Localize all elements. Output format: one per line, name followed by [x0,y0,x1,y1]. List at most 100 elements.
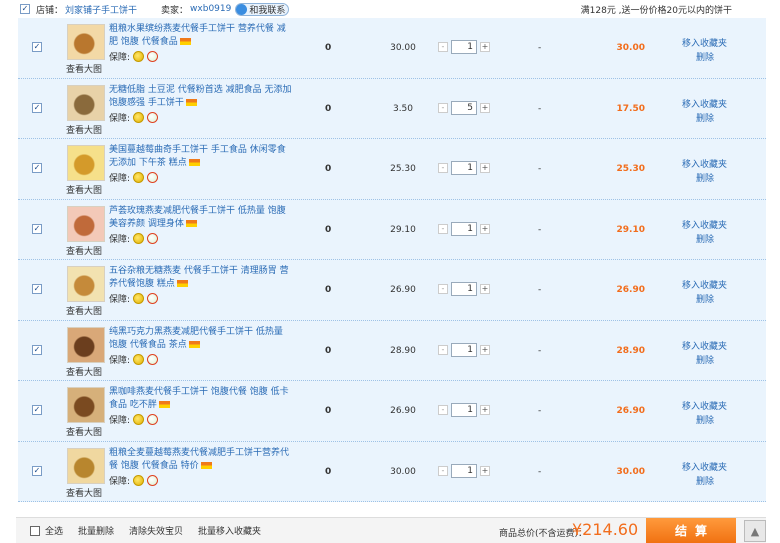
view-large-image-link[interactable]: 查看大图 [66,304,102,317]
quantity-input[interactable]: 1 [451,221,477,236]
contact-seller-button[interactable]: 和我联系 [235,2,290,16]
consumer-protection-icon[interactable] [133,51,145,62]
product-thumbnail[interactable] [67,387,105,423]
quantity-decrease-button[interactable]: - [438,42,448,52]
product-thumbnail[interactable] [67,205,105,242]
quantity-increase-button[interactable]: + [480,344,490,355]
quantity-input[interactable]: 1 [451,342,477,357]
item-checkbox[interactable]: ✓ [32,42,42,52]
product-thumbnail[interactable] [67,145,105,181]
seven-day-return-icon[interactable] [147,414,159,425]
delete-item-link[interactable]: 删除 [696,111,714,124]
view-large-image-link[interactable]: 查看大图 [66,123,102,136]
seven-day-return-icon[interactable] [147,232,159,244]
item-checkbox[interactable]: ✓ [32,284,42,294]
delete-item-link[interactable]: 删除 [696,171,714,184]
item-checkbox[interactable]: ✓ [32,102,42,113]
product-title-link[interactable]: 纯黑巧克力黑燕麦减肥代餐手工饼干 低热量 饱腹 代餐食品 茶点 [109,326,294,352]
item-checkbox[interactable]: ✓ [32,405,42,415]
view-large-image-link[interactable]: 查看大图 [66,365,102,378]
quantity-input[interactable]: 1 [451,463,477,478]
seven-day-return-icon[interactable] [147,474,159,486]
seller-name-link[interactable]: wxb0919 [190,4,231,14]
seven-day-return-icon[interactable] [147,111,159,123]
consumer-protection-icon[interactable] [133,232,145,244]
quantity-input[interactable]: 1 [451,40,477,54]
delete-item-link[interactable]: 删除 [696,292,714,305]
product-thumbnail[interactable] [67,84,105,121]
seven-day-return-icon[interactable] [147,172,159,183]
product-thumbnail[interactable] [67,24,105,60]
delete-item-link[interactable]: 删除 [696,353,714,366]
quantity-input[interactable]: 1 [451,403,477,417]
select-all-checkbox[interactable] [30,525,40,536]
quantity-increase-button[interactable]: + [480,42,490,52]
seven-day-return-icon[interactable] [147,293,159,304]
move-to-favorites-link[interactable]: 移入收藏夹 [682,218,727,231]
view-large-image-link[interactable]: 查看大图 [66,183,102,196]
item-checkbox[interactable]: ✓ [32,344,42,355]
view-large-image-link[interactable]: 查看大图 [66,62,102,75]
quantity-input[interactable]: 1 [451,161,477,175]
quantity-increase-button[interactable]: + [480,465,490,476]
move-to-favorites-link[interactable]: 移入收藏夹 [682,97,727,110]
consumer-protection-icon[interactable] [133,353,145,365]
product-title-link[interactable]: 黑咖啡燕麦代餐手工饼干 饱腹代餐 饱腹 低卡食品 吃不胖 [109,386,294,412]
consumer-protection-icon[interactable] [133,414,145,425]
quantity-increase-button[interactable]: + [480,223,490,234]
quantity-decrease-button[interactable]: - [438,465,448,476]
quantity-decrease-button[interactable]: - [438,405,448,415]
move-to-favorites-link[interactable]: 移入收藏夹 [682,36,727,49]
consumer-protection-icon[interactable] [133,172,145,183]
view-large-image-link[interactable]: 查看大图 [66,244,102,257]
product-thumbnail[interactable] [67,447,105,484]
item-checkbox[interactable]: ✓ [32,465,42,476]
move-to-favorites-link[interactable]: 移入收藏夹 [682,399,727,412]
quantity-input[interactable]: 5 [451,100,477,115]
batch-favorite-button[interactable]: 批量移入收藏夹 [198,524,261,537]
delete-item-link[interactable]: 删除 [696,413,714,426]
cart-item-row: ✓ 查看大图 无糖低脂 土豆泥 代餐粉首选 减肥食品 无添加 饱腹感强 手工饼干… [18,78,766,139]
quantity-decrease-button[interactable]: - [438,102,448,113]
back-to-top-button[interactable]: ▲ [744,520,766,542]
quantity-increase-button[interactable]: + [480,405,490,415]
view-large-image-link[interactable]: 查看大图 [66,486,102,499]
item-checkbox[interactable]: ✓ [32,163,42,173]
quantity-decrease-button[interactable]: - [438,163,448,173]
clear-invalid-button[interactable]: 清除失效宝贝 [129,524,183,537]
delete-item-link[interactable]: 删除 [696,232,714,245]
quantity-decrease-button[interactable]: - [438,284,448,294]
move-to-favorites-link[interactable]: 移入收藏夹 [682,460,727,473]
store-checkbox[interactable]: ✓ [20,4,30,14]
quantity-increase-button[interactable]: + [480,284,490,294]
store-name-link[interactable]: 刘家铺子手工饼干 [65,3,137,16]
product-title-link[interactable]: 芦荟玫瑰燕麦减肥代餐手工饼干 低热量 饱腹 美容养颜 调理身体 [109,205,294,231]
quantity-decrease-button[interactable]: - [438,223,448,234]
product-thumbnail[interactable] [67,266,105,302]
delete-item-link[interactable]: 删除 [696,474,714,487]
move-to-favorites-link[interactable]: 移入收藏夹 [682,339,727,352]
consumer-protection-icon[interactable] [133,293,145,304]
product-thumbnail[interactable] [67,326,105,363]
quantity-increase-button[interactable]: + [480,163,490,173]
view-large-image-link[interactable]: 查看大图 [66,425,102,438]
quantity-decrease-button[interactable]: - [438,344,448,355]
seven-day-return-icon[interactable] [147,51,159,62]
quantity-input[interactable]: 1 [451,282,477,296]
move-to-favorites-link[interactable]: 移入收藏夹 [682,278,727,291]
checkout-button[interactable]: 结算 [646,518,736,543]
product-title-link[interactable]: 五谷杂粮无糖燕麦 代餐手工饼干 清理肠胃 营养代餐饱腹 糕点 [109,265,294,291]
product-title-link[interactable]: 无糖低脂 土豆泥 代餐粉首选 减肥食品 无添加 饱腹感强 手工饼干 [109,84,294,110]
item-checkbox[interactable]: ✓ [32,223,42,234]
batch-delete-button[interactable]: 批量删除 [78,524,114,537]
delete-item-link[interactable]: 删除 [696,50,714,63]
quantity-increase-button[interactable]: + [480,102,490,113]
product-title-link[interactable]: 美国蔓越莓曲奇手工饼干 手工食品 休闲零食 无添加 下午茶 糕点 [109,144,294,170]
product-title-link[interactable]: 粗粮全麦蔓越莓燕麦代餐减肥手工饼干营养代餐 饱腹 代餐食品 特价 [109,447,294,473]
move-to-favorites-link[interactable]: 移入收藏夹 [682,157,727,170]
select-all-label[interactable]: 全选 [45,524,63,537]
consumer-protection-icon[interactable] [133,474,145,486]
consumer-protection-icon[interactable] [133,111,145,123]
seven-day-return-icon[interactable] [147,353,159,365]
product-title-link[interactable]: 粗粮水果缤纷燕麦代餐手工饼干 营养代餐 减肥 饱腹 代餐食品 [109,23,294,49]
